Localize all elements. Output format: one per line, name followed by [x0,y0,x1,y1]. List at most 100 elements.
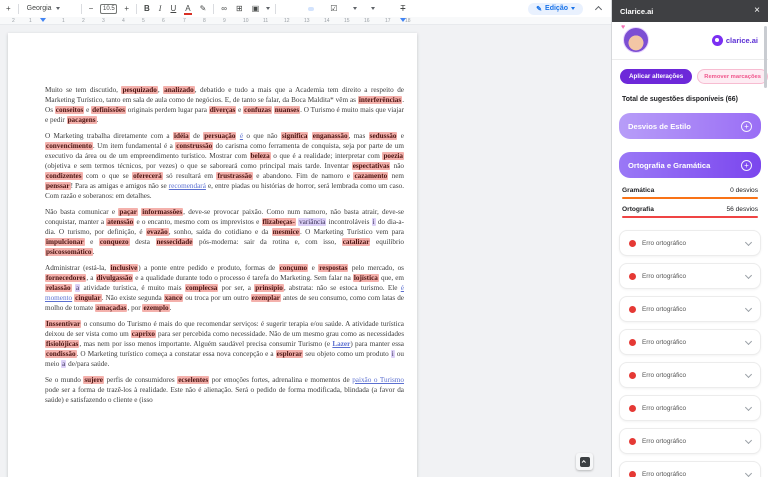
error-card[interactable]: Erro ortográfico [619,230,761,256]
align-justify-button[interactable] [308,7,314,11]
font-family-select[interactable]: Georgia [24,4,76,13]
font-size-increase-button[interactable]: + [122,4,131,14]
error-card[interactable]: Erro ortográfico [619,461,761,477]
chevron-down-icon[interactable] [745,370,752,377]
spelling-error-highlight[interactable]: oferecerá [132,172,163,180]
stat-ortografia[interactable]: Ortografia56 desvios [622,206,758,218]
insert-image-caret[interactable] [266,7,270,10]
increase-indent-button[interactable] [389,8,393,10]
suggestion-link[interactable]: paixão o Turismo [352,376,404,384]
spelling-error-highlight[interactable]: frustrassão [216,172,252,180]
checklist-button[interactable]: ☑ [328,4,339,14]
style-suggestion-highlight[interactable]: variância [298,218,326,226]
error-card[interactable]: Erro ortográfico [619,296,761,322]
spelling-error-highlight[interactable]: fornecedores [45,274,86,282]
spelling-error-highlight[interactable]: penssar [45,182,71,190]
spelling-error-highlight[interactable]: lojística [353,274,379,282]
document-page[interactable]: Muito se tem discutido, pesquizado, anal… [8,33,417,477]
numbered-list-button[interactable] [362,8,366,10]
spelling-error-highlight[interactable]: relassão [45,284,72,292]
spelling-error-highlight[interactable]: beleza [250,152,271,160]
chevron-down-icon[interactable] [745,469,752,476]
section-spelling-grammar[interactable]: Ortografia e Gramática + [619,152,761,178]
spelling-error-highlight[interactable]: evazão [146,228,169,236]
clear-formatting-button[interactable]: T [398,4,407,14]
spelling-error-highlight[interactable]: impulcionar [45,238,85,246]
spelling-error-highlight[interactable]: prinsípio [254,284,284,292]
insert-image-button[interactable]: ▣ [250,4,262,14]
spelling-error-highlight[interactable]: definissões [91,106,126,114]
spelling-error-highlight[interactable]: nessecidade [156,238,194,246]
spelling-error-highlight[interactable]: confuzas [243,106,272,114]
chevron-down-icon[interactable] [745,271,752,278]
spelling-error-highlight[interactable]: ezemplo [142,304,169,312]
spelling-error-highlight[interactable]: sujere [83,376,104,384]
spelling-error-highlight[interactable]: esplorar [276,350,304,358]
spelling-error-highlight[interactable]: sedussão [369,132,398,140]
spelling-error-highlight[interactable]: ecselentes [177,376,209,384]
spelling-error-highlight[interactable]: mesmice [272,228,300,236]
decrease-indent-button[interactable] [380,8,384,10]
spelling-error-highlight[interactable]: nuanses [274,106,300,114]
spelling-error-highlight[interactable]: conseitos [55,106,85,114]
toolbar-overflow-button[interactable]: + [4,4,13,14]
sidebar-scrollbar[interactable] [764,26,767,88]
left-indent-marker[interactable] [40,18,46,22]
close-icon[interactable]: × [754,6,760,16]
chevron-down-icon[interactable] [745,337,752,344]
spelling-error-highlight[interactable]: xance [164,294,184,302]
spelling-error-highlight[interactable]: construssão [175,142,213,150]
insert-link-button[interactable]: ∞ [219,4,229,14]
bold-button[interactable]: B [142,4,152,14]
apply-changes-button[interactable]: Aplicar alterações [620,69,692,84]
section-style-deviations[interactable]: Desvios de Estilo + [619,113,761,139]
spelling-error-highlight[interactable]: diverças [209,106,237,114]
spelling-error-highlight[interactable]: persuação [203,132,236,140]
spelling-error-highlight[interactable]: interferências [358,96,402,104]
spelling-error-highlight[interactable]: paçar [118,208,138,216]
bulleted-list-caret[interactable] [353,7,357,10]
spelling-error-highlight[interactable]: divulgassão [96,274,134,282]
spelling-error-highlight[interactable]: inclusive [110,264,139,272]
spelling-error-highlight[interactable]: ezemplar [251,294,281,302]
expand-plus-icon[interactable]: + [741,160,752,171]
floating-widget-button[interactable] [576,453,593,470]
suggestion-link[interactable]: recomendará [169,182,206,190]
align-left-button[interactable] [281,8,285,10]
spelling-error-highlight[interactable]: catalizar [342,238,371,246]
spelling-error-highlight[interactable]: significa [281,132,309,140]
chevron-down-icon[interactable] [745,403,752,410]
spelling-error-highlight[interactable]: caprixo [131,330,156,338]
align-right-button[interactable] [299,8,303,10]
add-comment-button[interactable]: ⊞ [234,4,245,14]
spelling-error-highlight[interactable]: informassões [141,208,183,216]
spelling-error-highlight[interactable]: flizabeças- [262,218,296,226]
line-spacing-button[interactable] [319,8,323,10]
highlight-color-button[interactable]: ✎ [198,4,209,14]
spelling-error-highlight[interactable]: respostas [318,264,348,272]
font-size-decrease-button[interactable]: − [87,4,96,14]
spelling-error-highlight[interactable]: idéia [173,132,190,140]
chevron-down-icon[interactable] [745,238,752,245]
align-center-button[interactable] [290,8,294,10]
error-card[interactable]: Erro ortográfico [619,329,761,355]
underline-button[interactable]: U [168,4,178,14]
spelling-error-highlight[interactable]: convencimento [45,142,93,150]
stat-gramática[interactable]: Gramática0 desvios [622,187,758,199]
spelling-error-highlight[interactable]: psicossomático [45,248,93,256]
spelling-error-highlight[interactable]: Inssentivar [45,320,81,328]
spelling-error-highlight[interactable]: amaçadas [95,304,127,312]
hide-menus-button[interactable] [595,6,602,13]
chevron-down-icon[interactable] [745,304,752,311]
editing-mode-button[interactable]: ✎ Edição [528,3,583,15]
spelling-error-highlight[interactable]: conquezo [99,238,130,246]
expand-plus-icon[interactable]: + [741,121,752,132]
error-card[interactable]: Erro ortográfico [619,395,761,421]
chevron-down-icon[interactable] [745,436,752,443]
spelling-error-highlight[interactable]: analizado [163,86,195,94]
spelling-error-highlight[interactable]: conçumo [279,264,309,272]
error-card[interactable]: Erro ortográfico [619,362,761,388]
spelling-error-highlight[interactable]: cingular [74,294,102,302]
spelling-error-highlight[interactable]: atenssão [106,218,134,226]
text-color-button[interactable]: A [183,4,192,14]
